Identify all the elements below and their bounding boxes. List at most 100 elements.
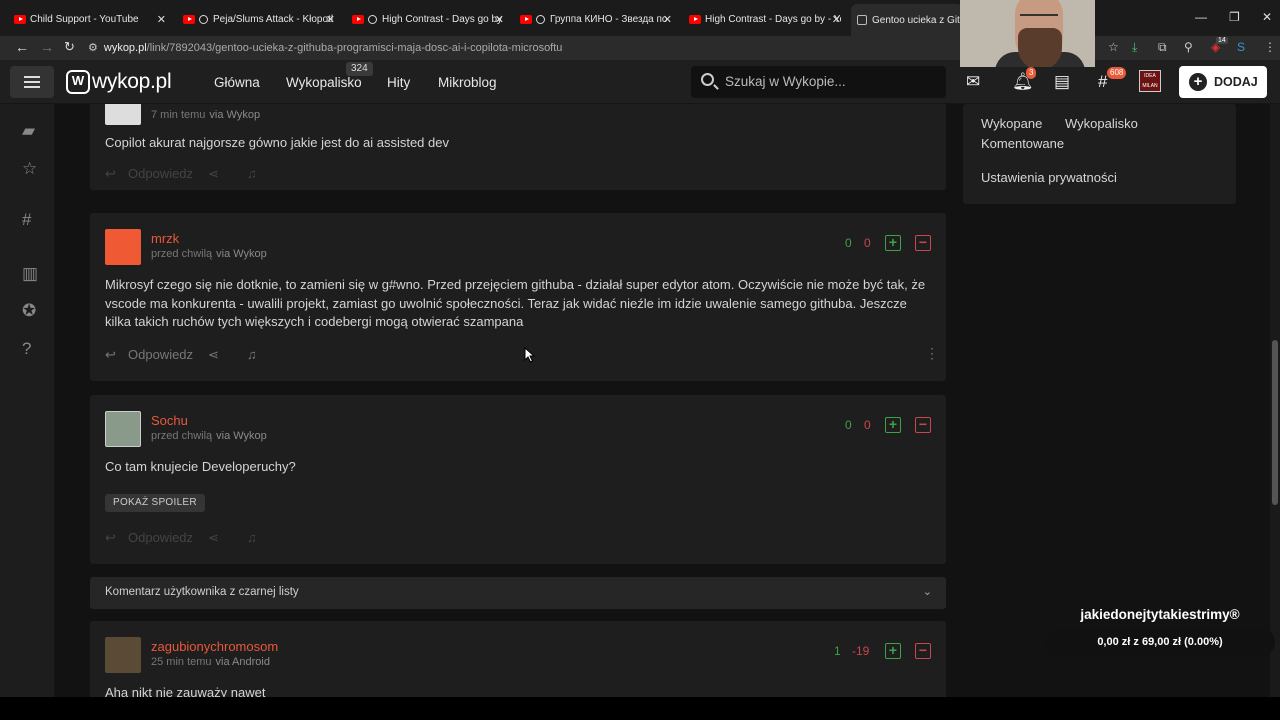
browser-tab[interactable]: Группа КИНО - Звезда по ✕	[520, 6, 672, 32]
site-info-icon[interactable]: ⚙	[88, 42, 98, 54]
minus-count: 0	[864, 236, 871, 250]
comment-author[interactable]: mrzk	[151, 231, 179, 246]
sidebar-link-wykopane[interactable]: Wykopane	[981, 116, 1042, 131]
avatar[interactable]	[105, 637, 141, 673]
vote-minus-button[interactable]: −	[915, 235, 931, 251]
browser-tab[interactable]: Peja/Slums Attack - Kłopotl ✕	[183, 6, 335, 32]
tags-badge: 608	[1107, 67, 1127, 79]
vote-plus-button[interactable]: +	[885, 235, 901, 251]
back-icon[interactable]: ←	[15, 39, 29, 55]
vote-minus-button[interactable]: −	[915, 643, 931, 659]
menu-icon[interactable]: ⋮	[1264, 40, 1276, 54]
maximize-icon[interactable]: ❐	[1229, 10, 1240, 24]
sidebar-link-privacy[interactable]: Ustawienia prywatności	[981, 170, 1117, 185]
vote-plus-button[interactable]: +	[885, 643, 901, 659]
more-options-icon[interactable]: ⋮	[925, 345, 939, 362]
avatar[interactable]	[105, 229, 141, 265]
browser-tab[interactable]: High Contrast - Days go by - Yo ✕	[689, 6, 841, 32]
observe-bell-icon[interactable]: ♫	[247, 166, 257, 181]
bookmark-star-icon[interactable]: ☆	[1108, 40, 1119, 54]
url-field[interactable]: ⚙ wykop.pl/link/7892043/gentoo-ucieka-z-g…	[88, 38, 948, 58]
donation-amount: 0,00 zł z 69,00 zł (0.00%)	[1045, 628, 1275, 656]
scrollbar-thumb[interactable]	[1272, 340, 1278, 505]
close-icon[interactable]: ✕	[832, 13, 841, 26]
ranking-icon[interactable]: ▥	[22, 264, 38, 284]
minus-count: 0	[864, 418, 871, 432]
avatar[interactable]	[105, 104, 141, 125]
browser-tab[interactable]: Child Support - YouTube ✕	[14, 6, 166, 32]
sidebar-link-komentowane[interactable]: Komentowane	[981, 136, 1064, 151]
share-icon[interactable]: ⋖	[208, 530, 219, 546]
reload-icon[interactable]: ↻	[64, 39, 75, 55]
reply-icon[interactable]: ↩	[105, 347, 116, 363]
search-icon	[701, 73, 714, 86]
badge-icon[interactable]: ✪	[22, 301, 36, 321]
comment-text: Copilot akurat najgorsze gówno jakie jes…	[105, 135, 449, 150]
help-icon[interactable]: ?	[22, 339, 31, 359]
vote-minus-button[interactable]: −	[915, 417, 931, 433]
logo-text: wykop.pl	[92, 70, 172, 93]
share-icon[interactable]: ⋖	[208, 166, 219, 182]
tab-title: High Contrast - Days go by - Yo	[705, 13, 841, 25]
minimize-icon[interactable]: —	[1195, 10, 1207, 24]
vote-plus-button[interactable]: +	[885, 417, 901, 433]
nav-hity[interactable]: Hity	[387, 75, 410, 90]
avatar[interactable]	[105, 411, 141, 447]
close-icon[interactable]: ✕	[326, 13, 335, 26]
webcam-overlay	[960, 0, 1095, 67]
share-icon[interactable]: ⋖	[208, 347, 219, 363]
close-icon[interactable]: ✕	[663, 13, 672, 26]
extensions-icon[interactable]: ⧉	[1158, 40, 1167, 55]
browser-tab-active[interactable]: Gentoo ucieka z GitHu	[851, 4, 963, 36]
nav-wykopalisko[interactable]: Wykopalisko	[286, 75, 362, 90]
logo[interactable]: W wykop.pl	[66, 70, 172, 94]
comment-card: mrzk przed chwilą via Wykop 0 0 + − Mikro…	[90, 213, 946, 381]
reply-icon[interactable]: ↩	[105, 166, 116, 182]
comment-text: Aha nikt nie zauważy nawet	[105, 685, 266, 697]
reply-button[interactable]: Odpowiedz	[128, 166, 193, 181]
comment-author[interactable]: Sochu	[151, 413, 188, 428]
wykop-home-icon[interactable]: ▰	[22, 121, 35, 141]
plus-icon: +	[1189, 73, 1207, 91]
messages-icon[interactable]: ▤	[1054, 72, 1070, 92]
url-path: /link/7892043/gentoo-ucieka-z-githuba-pr…	[146, 42, 563, 54]
donation-name: jakiedonejtytakiestrimy®	[1080, 607, 1240, 622]
nav-glowna[interactable]: Główna	[214, 75, 260, 90]
close-window-icon[interactable]: ✕	[1262, 10, 1272, 24]
search-input[interactable]: Szukaj w Wykopie...	[691, 66, 946, 98]
extension-badge: 14	[1216, 37, 1228, 44]
observe-bell-icon[interactable]: ♫	[247, 530, 257, 545]
tab-title: Gentoo ucieka z GitHu	[872, 14, 963, 26]
comment-meta: 7 min temu via Wykop	[151, 109, 261, 121]
tab-title: Peja/Slums Attack - Kłopotl	[213, 13, 334, 25]
tags-hash-icon[interactable]: #	[1098, 72, 1107, 92]
nav-mikroblog[interactable]: Mikroblog	[438, 75, 497, 90]
user-avatar[interactable]: IDEA MILAN	[1139, 70, 1161, 92]
star-icon[interactable]: ☆	[22, 159, 37, 179]
sidebar-link-wykopalisko[interactable]: Wykopalisko	[1065, 116, 1138, 131]
show-spoiler-button[interactable]: POKAŻ SPOILER	[105, 494, 205, 512]
hash-icon[interactable]: #	[22, 210, 31, 230]
reply-button[interactable]: Odpowiedz	[128, 530, 193, 545]
reply-icon[interactable]: ↩	[105, 530, 116, 546]
mail-icon[interactable]: ✉	[966, 72, 980, 92]
forward-icon[interactable]: →	[40, 39, 54, 55]
comment-card: 7 min temu via Wykop Copilot akurat najgo…	[90, 104, 946, 190]
comment-meta: przed chwilą via Wykop	[151, 430, 267, 442]
observe-bell-icon[interactable]: ♫	[247, 347, 257, 362]
sync-icon[interactable]: S	[1237, 40, 1245, 54]
comment-author[interactable]: zagubionychromosom	[151, 639, 278, 654]
vpn-icon[interactable]: ⚲	[1184, 40, 1193, 54]
donation-goal-overlay: jakiedonejtytakiestrimy® 0,00 zł z 69,00…	[1045, 600, 1275, 660]
youtube-icon	[183, 14, 195, 24]
download-icon[interactable]: ⤓	[1132, 40, 1137, 55]
reply-button[interactable]: Odpowiedz	[128, 347, 193, 362]
browser-tab[interactable]: High Contrast - Days go by ✕	[352, 6, 504, 32]
hamburger-menu-button[interactable]	[10, 66, 54, 98]
close-icon[interactable]: ✕	[495, 13, 504, 26]
blacklisted-comment-toggle[interactable]: Komentarz użytkownika z czarnej listy ⌄	[90, 577, 946, 609]
chevron-down-icon: ⌄	[922, 586, 932, 598]
close-icon[interactable]: ✕	[157, 13, 166, 26]
add-button[interactable]: + DODAJ	[1179, 66, 1267, 98]
url-host: wykop.pl	[103, 42, 147, 54]
